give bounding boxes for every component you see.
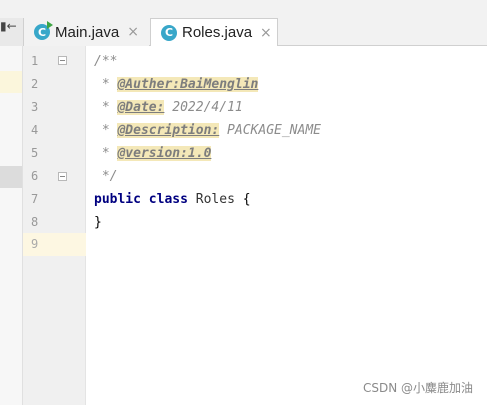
tab-main-java[interactable]: C Main.java × xyxy=(24,18,149,46)
line-number: 2 xyxy=(31,77,39,91)
keyword: class xyxy=(148,192,188,207)
doc-value: 2022/4/11 xyxy=(164,100,243,115)
comment-star: * xyxy=(94,100,118,115)
comment-star: * xyxy=(94,146,118,161)
code-line: * @version:1.0 xyxy=(94,142,212,165)
close-icon[interactable]: × xyxy=(127,24,139,40)
code-line: * @Description: PACKAGE_NAME xyxy=(94,119,321,142)
hide-panel-icon[interactable]: ▮← xyxy=(0,19,17,33)
line-number: 7 xyxy=(31,192,39,206)
line-number: 4 xyxy=(31,123,39,137)
doc-tag: @Auther:BaiMenglin xyxy=(117,77,259,92)
keyword: public xyxy=(94,192,141,207)
fold-icon[interactable] xyxy=(58,56,67,65)
comment-star: * xyxy=(94,123,118,138)
line-number: 6 xyxy=(31,169,39,183)
doc-value: PACKAGE_NAME xyxy=(219,123,321,138)
editor-tab-bar: ▮← C Main.java × C Roles.java × xyxy=(0,0,487,46)
fold-icon[interactable] xyxy=(58,172,67,181)
java-class-run-icon: C xyxy=(34,21,53,40)
code-line: } xyxy=(94,215,102,230)
code-line: * @Date: 2022/4/11 xyxy=(94,96,243,119)
line-number: 1 xyxy=(31,54,39,68)
code-line: * @Auther:BaiMenglin xyxy=(94,73,259,96)
code-line: */ xyxy=(94,169,118,184)
line-number-gutter[interactable]: 1 2 3 4 5 6 7 8 xyxy=(23,46,86,405)
strip-highlight xyxy=(0,71,22,93)
line-number: 8 xyxy=(31,215,39,229)
left-tool-strip xyxy=(0,46,23,405)
java-class-icon: C xyxy=(161,24,177,41)
class-name: Roles xyxy=(195,192,235,207)
watermark: CSDN @小麋鹿加油 xyxy=(362,381,473,395)
close-icon[interactable]: × xyxy=(260,25,272,41)
tab-label: Main.java xyxy=(55,23,120,41)
strip-selection[interactable] xyxy=(0,166,22,188)
doc-tag: @Date: xyxy=(117,100,165,115)
tab-label: Roles.java xyxy=(182,24,253,41)
code-line: public class Roles { xyxy=(94,188,251,211)
line-number: 3 xyxy=(31,100,39,114)
line-number: 5 xyxy=(31,146,39,160)
code-line: /** xyxy=(94,54,118,69)
comment-star: * xyxy=(94,77,118,92)
doc-tag: @Description: xyxy=(117,123,220,138)
line-number: 9 xyxy=(31,237,39,251)
tab-roles-java[interactable]: C Roles.java × xyxy=(150,18,278,46)
brace: { xyxy=(242,192,251,207)
doc-tag: @version:1.0 xyxy=(117,146,212,161)
